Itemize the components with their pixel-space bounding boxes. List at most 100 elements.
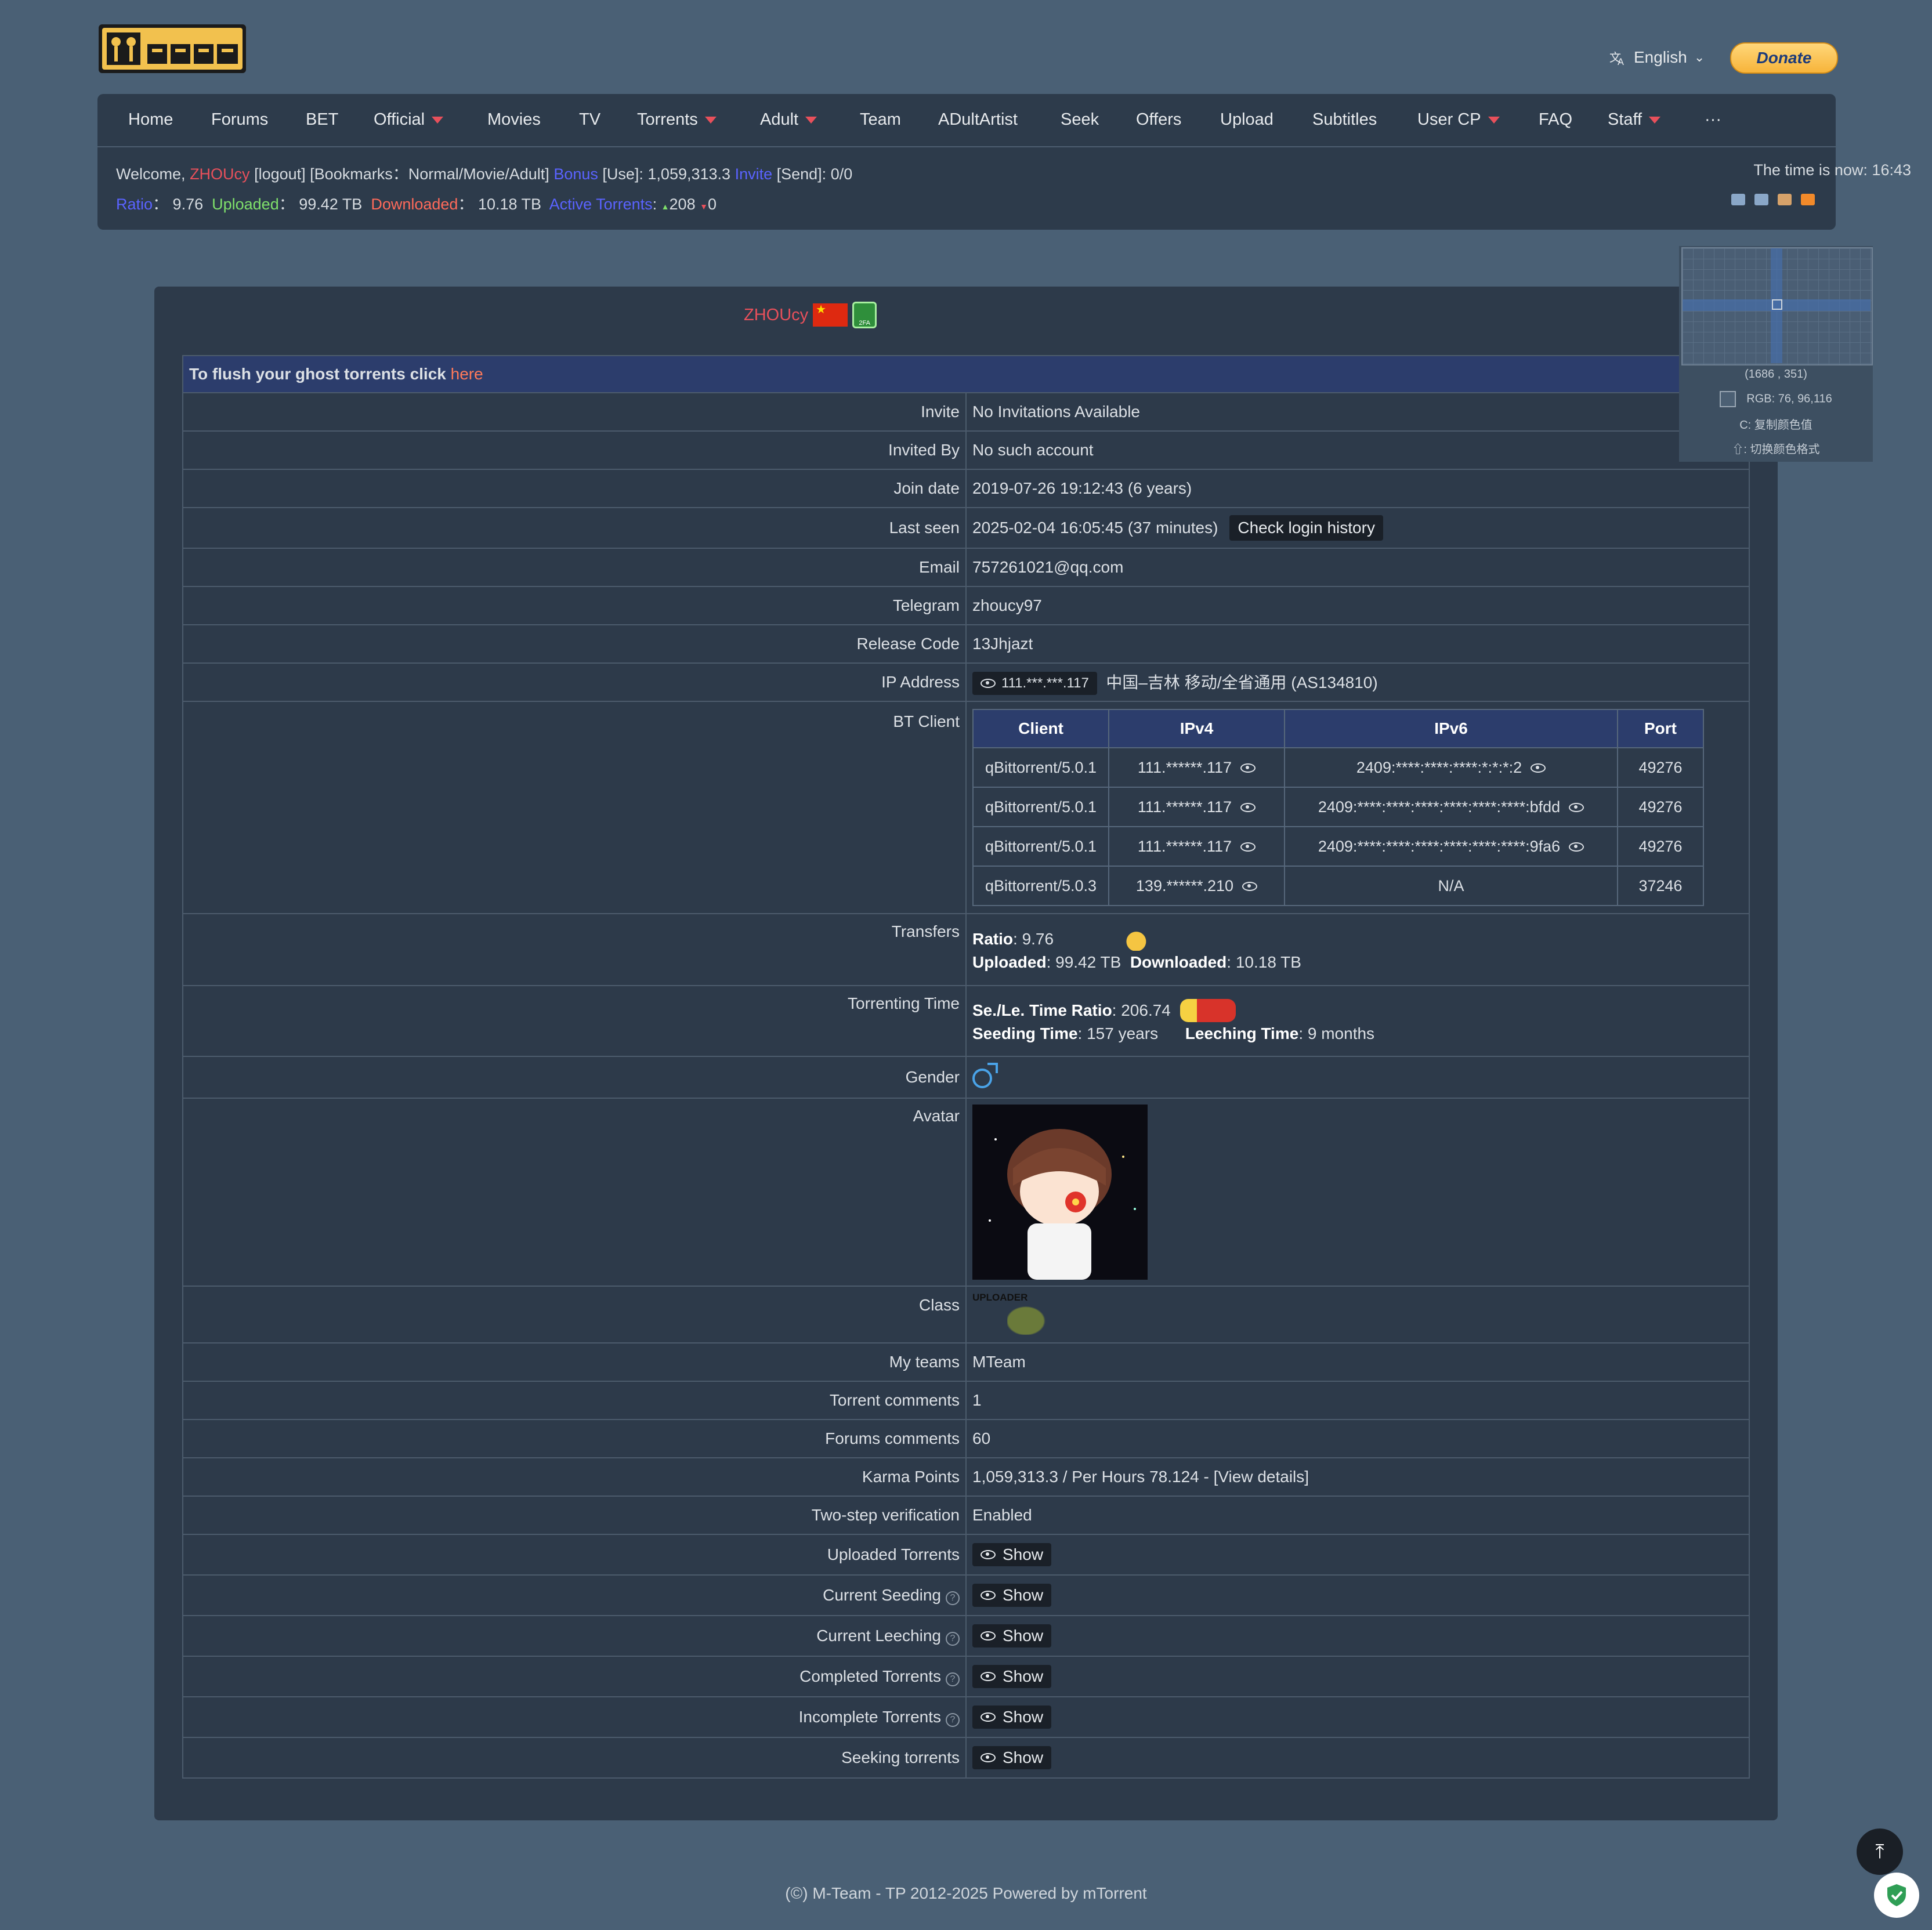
show-uploaded-button[interactable]: Show (972, 1543, 1052, 1566)
row-uploaded-torrents: Uploaded Torrents Show (182, 1534, 1750, 1576)
nav-movies[interactable]: Movies (487, 110, 541, 129)
client-cell: qBittorrent/5.0.1 (972, 747, 1109, 788)
current-time: The time is now: 16:43 (1753, 161, 1911, 179)
username-link[interactable]: ZHOUcy (190, 165, 250, 183)
nav-more[interactable]: ··· (1705, 110, 1721, 129)
soldier-graphic (1007, 1300, 1054, 1335)
invited-by-value: No such account (965, 430, 1750, 470)
nav-label: Team (860, 110, 901, 129)
arrow-up-icon: ▲ (661, 202, 670, 211)
sent-mail-icon[interactable] (1754, 194, 1768, 205)
downloaded-value: 10.18 TB (1235, 953, 1301, 971)
nav-seek[interactable]: Seek (1061, 110, 1099, 129)
invite-link[interactable]: Invite (735, 165, 773, 183)
nav-offers[interactable]: Offers (1136, 110, 1181, 129)
header-icons (1731, 194, 1815, 205)
nav-staff[interactable]: Staff (1608, 110, 1661, 129)
nav-home[interactable]: Home (128, 110, 173, 129)
torrent-comments-value: 1 (965, 1381, 1750, 1420)
show-seeking-button[interactable]: Show (972, 1746, 1052, 1769)
nav-label: Home (128, 110, 173, 129)
bonus-link[interactable]: Bonus (553, 165, 598, 183)
show-completed-button[interactable]: Show (972, 1665, 1052, 1688)
row-forums-comments: Forums comments 60 (182, 1419, 1750, 1458)
show-label: Show (1003, 1586, 1044, 1604)
logout-link[interactable]: [logout] (254, 165, 306, 183)
show-seeding-button[interactable]: Show (972, 1584, 1052, 1607)
eye-icon[interactable] (1242, 881, 1258, 891)
nav-team[interactable]: Team (860, 110, 901, 129)
flush-link[interactable]: here (451, 365, 483, 383)
eye-icon (981, 678, 996, 688)
help-icon[interactable]: ? (946, 1591, 960, 1605)
inbox-icon[interactable] (1731, 194, 1745, 205)
row-release-code: Release Code 13Jhjazt (182, 624, 1750, 664)
label: Uploaded Torrents (182, 1534, 967, 1576)
row-email: Email 757261021@qq.com (182, 548, 1750, 587)
ip-reveal-chip[interactable]: 111.***.***.117 (972, 671, 1097, 695)
nav-label: Seek (1061, 110, 1099, 129)
picker-coordinates: (1686 , 351) (1745, 368, 1807, 381)
nav-faq[interactable]: FAQ (1539, 110, 1572, 129)
nav-label: Offers (1136, 110, 1182, 129)
bt-header-row: Client IPv4 IPv6 Port (972, 709, 1704, 748)
row-my-teams: My teams MTeam (182, 1342, 1750, 1382)
bookmark-icon[interactable] (1778, 194, 1792, 205)
nav-tv[interactable]: TV (579, 110, 600, 129)
nav-forums[interactable]: Forums (211, 110, 268, 129)
label: Transfers (182, 913, 967, 986)
eye-icon[interactable] (1240, 802, 1256, 812)
eye-icon[interactable] (1240, 763, 1256, 773)
row-transfers: Transfers Ratio: 9.76 Uploaded: 99.42 TB… (182, 913, 1750, 986)
nav-user-cp[interactable]: User CP (1417, 110, 1500, 129)
bookmarks-link[interactable]: [Bookmarks：Normal/Movie/Adult] (310, 165, 549, 183)
uploaded-value: 99.42 TB (299, 195, 363, 213)
nav-official[interactable]: Official (374, 110, 444, 129)
nav-label: Subtitles (1312, 110, 1377, 129)
nav-torrents[interactable]: Torrents (637, 110, 717, 129)
mteam-logo[interactable] (99, 24, 246, 73)
label: Avatar (182, 1098, 967, 1287)
check-login-history-button[interactable]: Check login history (1229, 515, 1383, 541)
eye-icon[interactable] (1240, 842, 1256, 852)
help-icon[interactable]: ? (946, 1631, 960, 1646)
language-selector[interactable]: 文A English ⌄ (1609, 44, 1705, 71)
nav-label: Torrents (637, 110, 698, 129)
ratio-emoji-icon (1123, 928, 1156, 951)
nav-adultartist[interactable]: ADultArtist (938, 110, 1018, 129)
back-to-top-button[interactable]: ⤒ (1857, 1828, 1903, 1875)
rss-icon[interactable] (1801, 194, 1815, 205)
label: Release Code (182, 624, 967, 664)
nav-subtitles[interactable]: Subtitles (1312, 110, 1377, 129)
nav-bet[interactable]: BET (306, 110, 338, 129)
col-ipv6: IPv6 (1284, 709, 1618, 748)
show-leeching-button[interactable]: Show (972, 1624, 1052, 1647)
karma-value[interactable]: 1,059,313.3 / Per Hours 78.124 - [View d… (965, 1457, 1750, 1497)
eye-icon[interactable] (1531, 763, 1546, 773)
dropdown-caret-icon (805, 116, 817, 124)
nav-adult[interactable]: Adult (760, 110, 817, 129)
leeching-time-label: Leeching Time (1185, 1024, 1299, 1042)
label: Torrent comments (182, 1381, 967, 1420)
row-ip-address: IP Address 111.***.***.117 中国–吉林 移动/全省通用… (182, 662, 1750, 702)
donate-button[interactable]: Donate (1730, 42, 1838, 74)
row-torrenting-time: Torrenting Time Se./Le. Time Ratio: 206.… (182, 985, 1750, 1057)
label: Completed Torrents (799, 1667, 941, 1685)
row-avatar: Avatar (182, 1098, 1750, 1287)
show-incomplete-button[interactable]: Show (972, 1706, 1052, 1729)
label: Karma Points (182, 1457, 967, 1497)
eye-icon[interactable] (1569, 802, 1584, 812)
active-torrents-link[interactable]: Active Torrents (549, 195, 653, 213)
eye-icon[interactable] (1569, 842, 1584, 852)
ratio-value: 9.76 (172, 195, 204, 213)
invite-value: No Invitations Available (965, 392, 1750, 432)
help-icon[interactable]: ? (946, 1712, 960, 1727)
avatar-illustration (972, 1105, 1148, 1280)
row-gender: Gender (182, 1056, 1750, 1099)
label: My teams (182, 1342, 967, 1382)
row-completed-torrents: Completed Torrents? Show (182, 1656, 1750, 1697)
help-icon[interactable]: ? (946, 1672, 960, 1686)
nav-upload[interactable]: Upload (1220, 110, 1273, 129)
ipv4-cell: 111.******.117 (1137, 758, 1232, 776)
security-shield-icon[interactable] (1874, 1873, 1919, 1918)
